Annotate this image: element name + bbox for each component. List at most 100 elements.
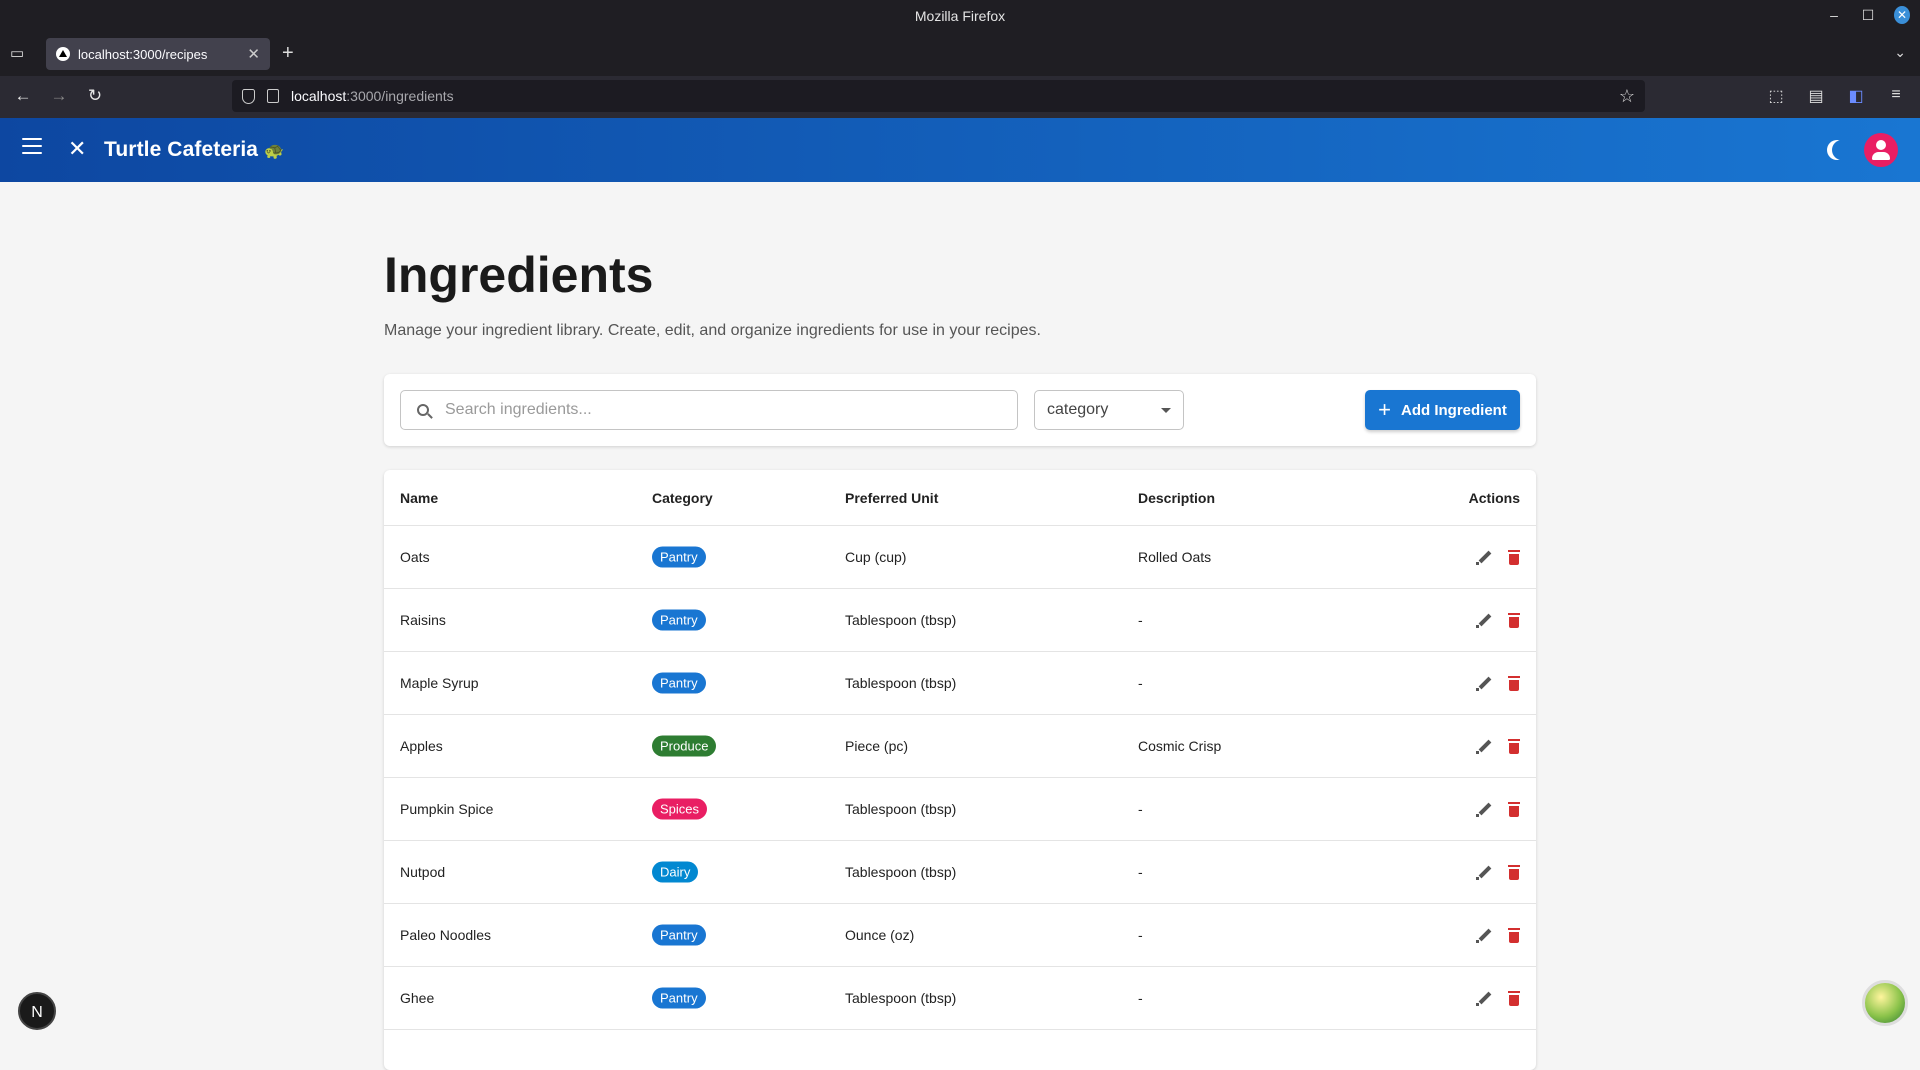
reload-icon[interactable]: ↻ xyxy=(84,86,106,106)
description: - xyxy=(1138,612,1143,628)
preferred-unit: Cup (cup) xyxy=(845,549,907,565)
trash-icon[interactable] xyxy=(1508,738,1520,754)
category-chip-cell: Pantry xyxy=(652,609,706,631)
description: Cosmic Crisp xyxy=(1138,738,1222,754)
edit-icon[interactable] xyxy=(1476,675,1492,691)
bookmark-star-icon[interactable]: ☆ xyxy=(1619,86,1635,107)
page-subtitle: Manage your ingredient library. Create, … xyxy=(384,322,1041,339)
category-chip: Pantry xyxy=(652,546,706,568)
tab-bar: ▭ localhost:3000/recipes ✕ + ⌄ xyxy=(0,32,1920,76)
app-menu-icon[interactable]: ≡ xyxy=(1886,86,1906,106)
description: - xyxy=(1138,864,1143,880)
url-bar[interactable]: localhost:3000/ingredients ☆ xyxy=(232,80,1645,112)
back-icon[interactable]: ← xyxy=(12,86,34,106)
tab-close-icon[interactable]: ✕ xyxy=(247,45,260,63)
nextjs-dev-badge[interactable]: N xyxy=(18,992,56,1030)
tab-list-icon[interactable]: ▭ xyxy=(10,44,30,64)
ingredients-table: Name Category Preferred Unit Description… xyxy=(384,470,1536,1070)
url-host: localhost xyxy=(291,88,347,104)
edit-icon[interactable] xyxy=(1476,612,1492,628)
bitwarden-icon[interactable]: ◧ xyxy=(1846,86,1866,106)
ingredient-name: Oats xyxy=(400,549,430,565)
edit-icon[interactable] xyxy=(1476,864,1492,880)
category-chip: Produce xyxy=(652,735,717,757)
table-row: Nutpod Dairy Tablespoon (tbsp) - xyxy=(384,841,1536,904)
table-row: Paleo Noodles Pantry Ounce (oz) - xyxy=(384,904,1536,967)
container-icon[interactable]: ▤ xyxy=(1806,86,1826,106)
ingredient-name: Pumpkin Spice xyxy=(400,801,494,817)
trash-icon[interactable] xyxy=(1508,612,1520,628)
tab-overflow-icon[interactable]: ⌄ xyxy=(1894,44,1906,61)
description: - xyxy=(1138,675,1143,691)
menu-icon[interactable] xyxy=(22,138,42,154)
table-row: Pumpkin Spice Spices Tablespoon (tbsp) - xyxy=(384,778,1536,841)
table-row: Raisins Pantry Tablespoon (tbsp) - xyxy=(384,589,1536,652)
category-chip: Pantry xyxy=(652,924,706,946)
navigation-bar: ← → ↻ localhost:3000/ingredients ☆ ⬚ ▤ ◧… xyxy=(0,76,1920,118)
filter-toolbar: category + Add Ingredient xyxy=(384,374,1536,446)
category-chip-cell: Dairy xyxy=(652,861,699,883)
category-chip: Pantry xyxy=(652,609,706,631)
edit-icon[interactable] xyxy=(1476,990,1492,1006)
edit-icon[interactable] xyxy=(1476,801,1492,817)
browser-tab[interactable]: localhost:3000/recipes ✕ xyxy=(46,38,270,70)
forward-icon[interactable]: → xyxy=(48,86,70,106)
shield-icon[interactable] xyxy=(242,88,255,104)
row-actions xyxy=(1476,990,1520,1006)
row-actions xyxy=(1476,738,1520,754)
add-ingredient-button[interactable]: + Add Ingredient xyxy=(1365,390,1520,430)
edit-icon[interactable] xyxy=(1476,927,1492,943)
plus-icon: + xyxy=(1378,397,1392,422)
category-chip: Spices xyxy=(652,798,708,820)
tab-title: localhost:3000/recipes xyxy=(78,46,208,62)
minimize-icon[interactable]: – xyxy=(1826,7,1842,23)
brand-name: Turtle Cafeteria xyxy=(104,138,259,161)
table-row: Apples Produce Piece (pc) Cosmic Crisp xyxy=(384,715,1536,778)
new-tab-icon[interactable]: + xyxy=(282,42,294,65)
avatar-icon[interactable] xyxy=(1864,133,1898,167)
close-window-icon[interactable]: ✕ xyxy=(1894,6,1910,24)
trash-icon[interactable] xyxy=(1508,801,1520,817)
app-bar: ✕ Turtle Cafeteria 🐢 xyxy=(0,118,1920,182)
url-path: :3000/ingredients xyxy=(346,88,454,104)
edit-icon[interactable] xyxy=(1476,738,1492,754)
description: Rolled Oats xyxy=(1138,549,1212,565)
preferred-unit: Tablespoon (tbsp) xyxy=(845,675,957,691)
window-controls: – ☐ ✕ xyxy=(1826,6,1910,24)
search-input[interactable] xyxy=(443,400,983,420)
trash-icon[interactable] xyxy=(1508,864,1520,880)
page-info-icon[interactable] xyxy=(267,89,279,103)
category-chip: Dairy xyxy=(652,861,699,883)
window-title: Mozilla Firefox xyxy=(914,8,1006,24)
trash-icon[interactable] xyxy=(1508,549,1520,565)
category-chip-cell: Pantry xyxy=(652,672,706,694)
header-actions: Actions xyxy=(1468,489,1520,506)
brand-title[interactable]: Turtle Cafeteria 🐢 xyxy=(104,138,284,162)
trash-icon[interactable] xyxy=(1508,675,1520,691)
search-icon xyxy=(417,404,429,416)
category-select[interactable]: category xyxy=(1034,390,1184,430)
trash-icon[interactable] xyxy=(1508,990,1520,1006)
assistant-widget-icon[interactable] xyxy=(1862,980,1908,1026)
preferred-unit: Tablespoon (tbsp) xyxy=(845,801,957,817)
edit-icon[interactable] xyxy=(1476,549,1492,565)
header-category[interactable]: Category xyxy=(652,490,713,506)
ingredient-name: Raisins xyxy=(400,612,446,628)
moon-icon[interactable] xyxy=(1832,140,1852,160)
description: - xyxy=(1138,990,1143,1006)
category-chip: Pantry xyxy=(652,672,706,694)
preferred-unit: Ounce (oz) xyxy=(845,927,915,943)
category-chip-cell: Spices xyxy=(652,798,708,820)
extensions-icon[interactable]: ⬚ xyxy=(1766,86,1786,106)
header-description[interactable]: Description xyxy=(1138,490,1215,506)
ingredient-name: Nutpod xyxy=(400,864,446,880)
row-actions xyxy=(1476,612,1520,628)
header-preferred-unit[interactable]: Preferred Unit xyxy=(845,490,938,506)
trash-icon[interactable] xyxy=(1508,927,1520,943)
description: - xyxy=(1138,801,1143,817)
category-select-value: category xyxy=(1047,401,1109,418)
ingredient-name: Apples xyxy=(400,738,443,754)
maximize-icon[interactable]: ☐ xyxy=(1860,7,1876,24)
search-field[interactable] xyxy=(400,390,1018,430)
header-name[interactable]: Name xyxy=(400,490,438,506)
